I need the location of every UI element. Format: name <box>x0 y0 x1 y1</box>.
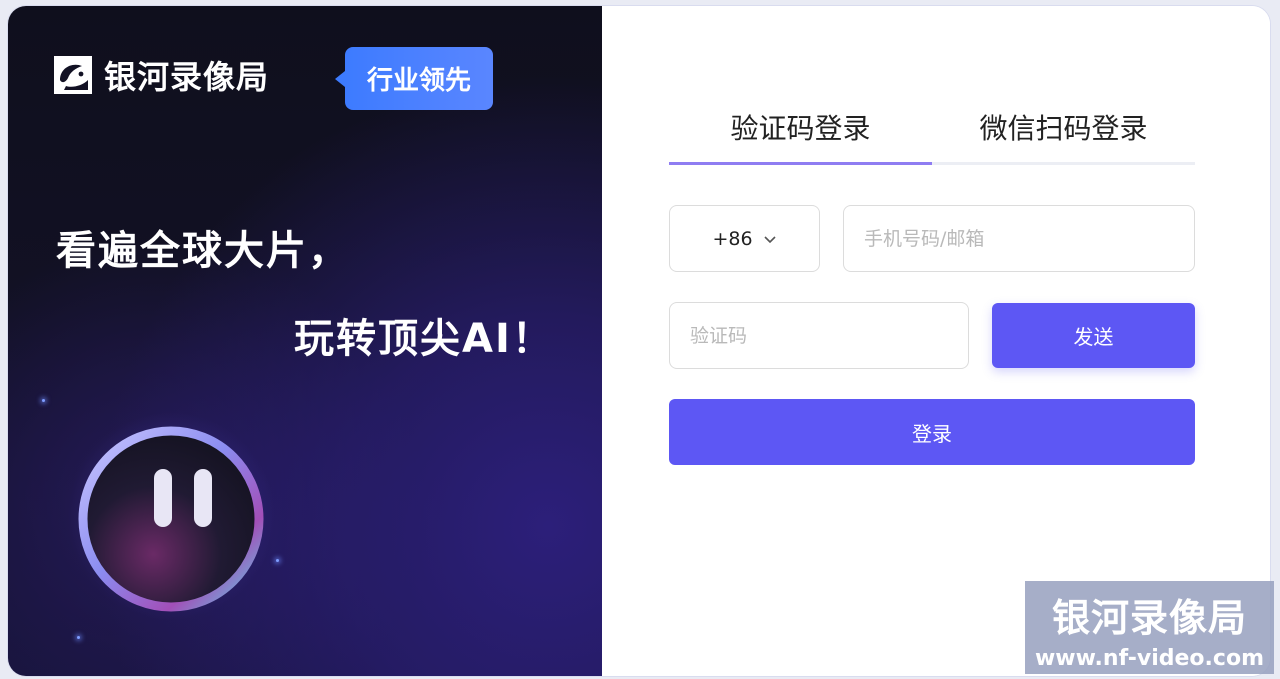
brand-logo-icon <box>54 56 92 94</box>
login-tabs: 验证码登录 微信扫码登录 <box>669 106 1195 165</box>
star-decoration <box>77 636 80 639</box>
login-panel: 验证码登录 微信扫码登录 +86 发送 登录 <box>602 6 1270 676</box>
promo-panel: 银河录像局 行业领先 看遍全球大片， 玩转顶尖AI！ <box>8 6 602 676</box>
brand-name: 银河录像局 <box>104 58 270 96</box>
watermark-url: www.nf-video.com <box>1034 646 1264 671</box>
verification-code-field <box>669 302 969 369</box>
hero-line-1: 看遍全球大片， <box>56 228 350 274</box>
login-window: 银河录像局 行业领先 看遍全球大片， 玩转顶尖AI！ 验证码登录 微信扫码登录 … <box>8 6 1270 676</box>
phone-email-field <box>843 205 1195 272</box>
star-decoration <box>42 399 45 402</box>
country-code-select[interactable]: +86 <box>669 205 820 272</box>
watermark-title: 银河录像局 <box>1051 595 1247 640</box>
country-code-value: +86 <box>712 227 753 250</box>
brand: 银河录像局 <box>54 52 269 98</box>
star-decoration <box>276 559 279 562</box>
brand-badge: 行业领先 <box>335 47 493 110</box>
mascot-icon <box>67 412 275 620</box>
tab-sms-login[interactable]: 验证码登录 <box>669 106 932 165</box>
hero-line-2: 玩转顶尖AI！ <box>294 316 554 362</box>
site-watermark: 银河录像局 www.nf-video.com <box>1025 581 1274 674</box>
phone-email-input[interactable] <box>844 206 1194 271</box>
login-button[interactable]: 登录 <box>669 399 1195 465</box>
send-code-button[interactable]: 发送 <box>992 303 1195 368</box>
chevron-down-icon <box>763 235 776 243</box>
tab-wechat-login[interactable]: 微信扫码登录 <box>932 106 1195 162</box>
verification-code-input[interactable] <box>670 303 968 368</box>
